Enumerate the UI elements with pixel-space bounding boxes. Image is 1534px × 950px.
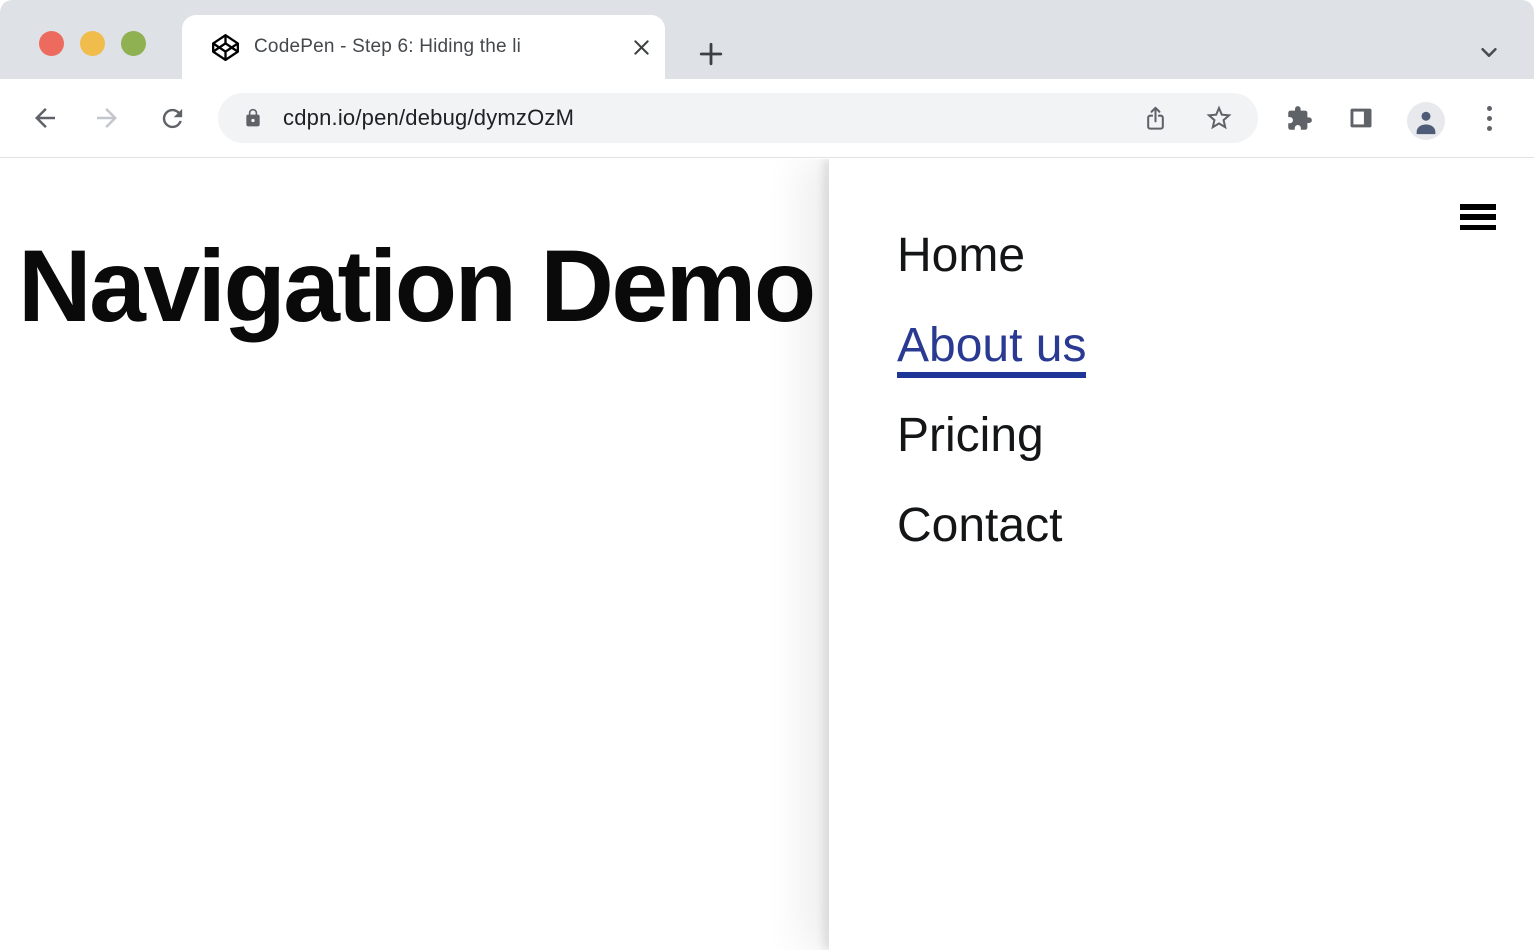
traffic-lights xyxy=(39,31,146,56)
new-tab-button[interactable] xyxy=(695,38,727,70)
side-panel-icon[interactable] xyxy=(1346,94,1376,142)
profile-avatar[interactable] xyxy=(1407,102,1445,140)
hamburger-menu-button[interactable] xyxy=(1460,204,1496,230)
nav-link-contact[interactable]: Contact xyxy=(897,499,1062,552)
extensions-puzzle-icon[interactable] xyxy=(1284,94,1314,142)
bookmark-star-icon[interactable] xyxy=(1204,103,1234,133)
browser-tab[interactable]: CodePen - Step 6: Hiding the li xyxy=(182,15,665,79)
page-viewport: Navigation Demo Home About us Pricing xyxy=(0,159,1534,950)
nav-link-pricing[interactable]: Pricing xyxy=(897,409,1044,462)
nav-item-contact: Contact xyxy=(897,502,1086,550)
browser-window: CodePen - Step 6: Hiding the li xyxy=(0,0,1534,950)
close-tab-icon[interactable] xyxy=(629,35,653,59)
tab-search-chevron-down-icon[interactable] xyxy=(1477,40,1501,64)
share-icon[interactable] xyxy=(1140,103,1170,133)
browser-menu-kebab-icon[interactable] xyxy=(1476,94,1502,142)
zoom-window-button[interactable] xyxy=(121,31,146,56)
nav-link-about-us[interactable]: About us xyxy=(897,319,1086,378)
url-bar[interactable]: cdpn.io/pen/debug/dymzOzM xyxy=(218,93,1258,143)
tab-title-fade xyxy=(565,33,629,61)
codepen-icon xyxy=(212,34,239,61)
nav-item-home: Home xyxy=(897,232,1086,280)
minimize-window-button[interactable] xyxy=(80,31,105,56)
page-title: Navigation Demo xyxy=(18,235,814,337)
reload-button[interactable] xyxy=(157,94,187,142)
url-text[interactable]: cdpn.io/pen/debug/dymzOzM xyxy=(283,105,1140,131)
forward-button[interactable] xyxy=(92,94,122,142)
nav-item-about-us: About us xyxy=(897,322,1086,370)
tab-strip: CodePen - Step 6: Hiding the li xyxy=(0,0,1534,79)
close-window-button[interactable] xyxy=(39,31,64,56)
back-button[interactable] xyxy=(30,94,60,142)
nav-item-pricing: Pricing xyxy=(897,412,1086,460)
slide-in-nav-panel: Home About us Pricing Contact xyxy=(829,159,1534,950)
nav-link-home[interactable]: Home xyxy=(897,229,1025,282)
lock-icon[interactable] xyxy=(243,108,263,128)
browser-toolbar: cdpn.io/pen/debug/dymzOzM xyxy=(0,79,1534,158)
tab-title: CodePen - Step 6: Hiding the li xyxy=(254,33,629,61)
